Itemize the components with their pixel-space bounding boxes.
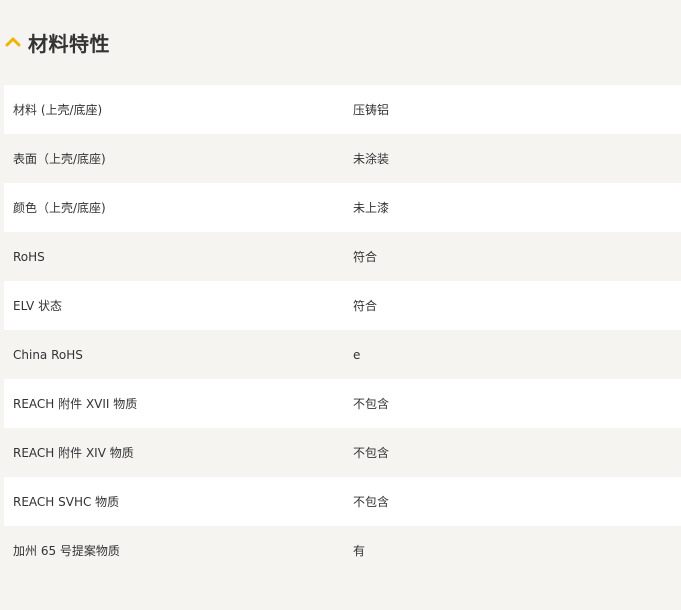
row-label: 加州 65 号提案物质 bbox=[13, 544, 120, 558]
row-label: REACH SVHC 物质 bbox=[13, 495, 120, 509]
row-label: REACH 附件 XIV 物质 bbox=[13, 446, 134, 460]
table-row: ELV 状态 符合 bbox=[4, 281, 681, 330]
table-row: REACH SVHC 物质 不包含 bbox=[4, 477, 681, 526]
table-row: RoHS 符合 bbox=[4, 232, 681, 281]
row-label: ELV 状态 bbox=[13, 299, 62, 313]
chevron-up-icon[interactable] bbox=[3, 32, 23, 52]
row-label: 颜色（上壳/底座) bbox=[13, 201, 106, 215]
row-value: 不包含 bbox=[353, 397, 390, 411]
row-value: 不包含 bbox=[353, 446, 390, 460]
row-value: 符合 bbox=[353, 250, 378, 264]
table-row: China RoHS e bbox=[4, 330, 681, 379]
table-row: 表面（上壳/底座) 未涂装 bbox=[4, 134, 681, 183]
section-header[interactable]: 材料特性 bbox=[0, 22, 110, 62]
table-row: 加州 65 号提案物质 有 bbox=[4, 526, 681, 575]
row-label: 材料 (上壳/底座) bbox=[13, 103, 103, 117]
table-row: REACH 附件 XVII 物质 不包含 bbox=[4, 379, 681, 428]
row-label: China RoHS bbox=[13, 347, 83, 362]
table-row: 颜色（上壳/底座) 未上漆 bbox=[4, 183, 681, 232]
row-value: 压铸铝 bbox=[353, 103, 390, 117]
row-label: RoHS bbox=[13, 249, 45, 264]
section-title: 材料特性 bbox=[28, 31, 110, 56]
row-value: 有 bbox=[353, 544, 366, 558]
row-value: 不包含 bbox=[353, 495, 390, 509]
row-value: 符合 bbox=[353, 299, 378, 313]
properties-table: 材料 (上壳/底座) 压铸铝 表面（上壳/底座) 未涂装 颜色（上壳/底座) 未… bbox=[4, 85, 681, 575]
table-row: REACH 附件 XIV 物质 不包含 bbox=[4, 428, 681, 477]
row-value: e bbox=[353, 347, 361, 362]
row-label: REACH 附件 XVII 物质 bbox=[13, 397, 138, 411]
chevron-up-icon-svg bbox=[5, 37, 21, 47]
row-value: 未涂装 bbox=[353, 152, 390, 166]
row-value: 未上漆 bbox=[353, 201, 390, 215]
table-row: 材料 (上壳/底座) 压铸铝 bbox=[4, 85, 681, 134]
row-label: 表面（上壳/底座) bbox=[13, 152, 106, 166]
